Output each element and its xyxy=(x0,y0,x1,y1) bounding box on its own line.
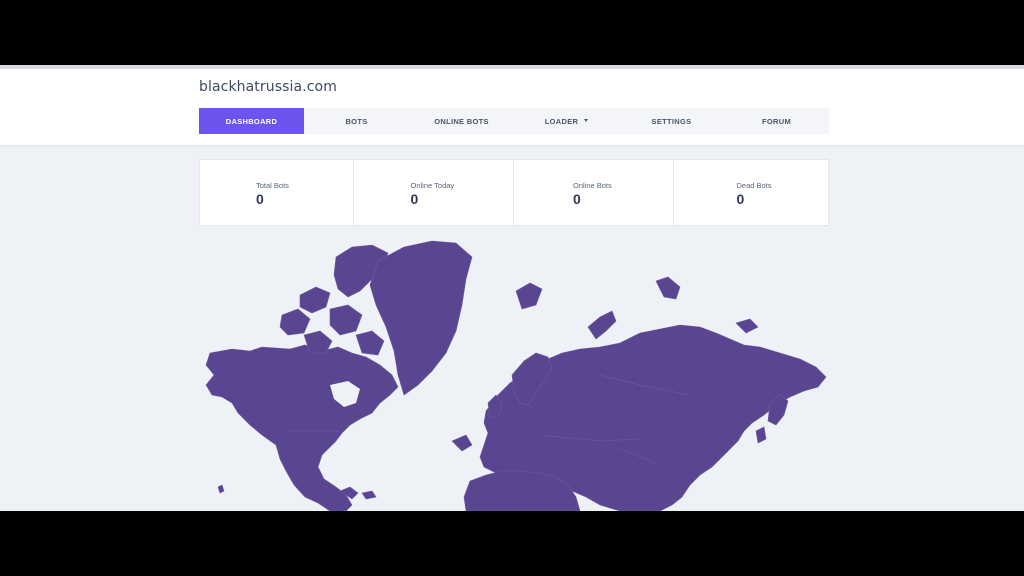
nav-item-dashboard[interactable]: DASHBOARD xyxy=(199,108,304,134)
nav-item-forum[interactable]: FORUM xyxy=(724,108,829,134)
stat-dead-bots: Dead Bots 0 xyxy=(674,160,828,225)
stat-total-bots: Total Bots 0 xyxy=(200,160,354,225)
letterbox-top xyxy=(0,0,1024,65)
header: blackhatrussia.com DASHBOARD BOTS ONLINE… xyxy=(0,69,1024,145)
nav-item-online-bots[interactable]: ONLINE BOTS xyxy=(409,108,514,134)
stat-value: 0 xyxy=(573,191,581,207)
stat-value: 0 xyxy=(256,191,264,207)
stat-value: 0 xyxy=(410,191,419,207)
nav-item-settings[interactable]: SETTINGS xyxy=(619,108,724,134)
nav-item-loader-label: LOADER xyxy=(544,116,579,126)
world-map[interactable] xyxy=(0,235,1024,511)
stat-label: Total Bots xyxy=(256,181,289,190)
brand-link[interactable]: blackhatrussia.com xyxy=(199,79,337,95)
map-region-north-america[interactable] xyxy=(205,344,399,511)
main-nav: DASHBOARD BOTS ONLINE BOTS LOADER SETTIN… xyxy=(199,108,829,134)
caret-down-icon xyxy=(584,118,589,122)
stat-online-today: Online Today 0 xyxy=(354,160,514,225)
stats-panel: Total Bots 0 Online Today 0 Online Bots … xyxy=(199,159,829,226)
stat-label: Dead Bots xyxy=(736,181,772,190)
nav-item-loader[interactable]: LOADER xyxy=(514,108,619,134)
letterbox-bottom xyxy=(0,511,1024,576)
nav-item-bots[interactable]: BOTS xyxy=(304,108,409,134)
stat-label: Online Today xyxy=(410,181,455,190)
stat-value: 0 xyxy=(736,191,745,207)
dashboard-page: blackhatrussia.com DASHBOARD BOTS ONLINE… xyxy=(0,65,1024,511)
stat-label: Online Bots xyxy=(573,181,612,190)
stat-online-bots: Online Bots 0 xyxy=(514,160,675,225)
